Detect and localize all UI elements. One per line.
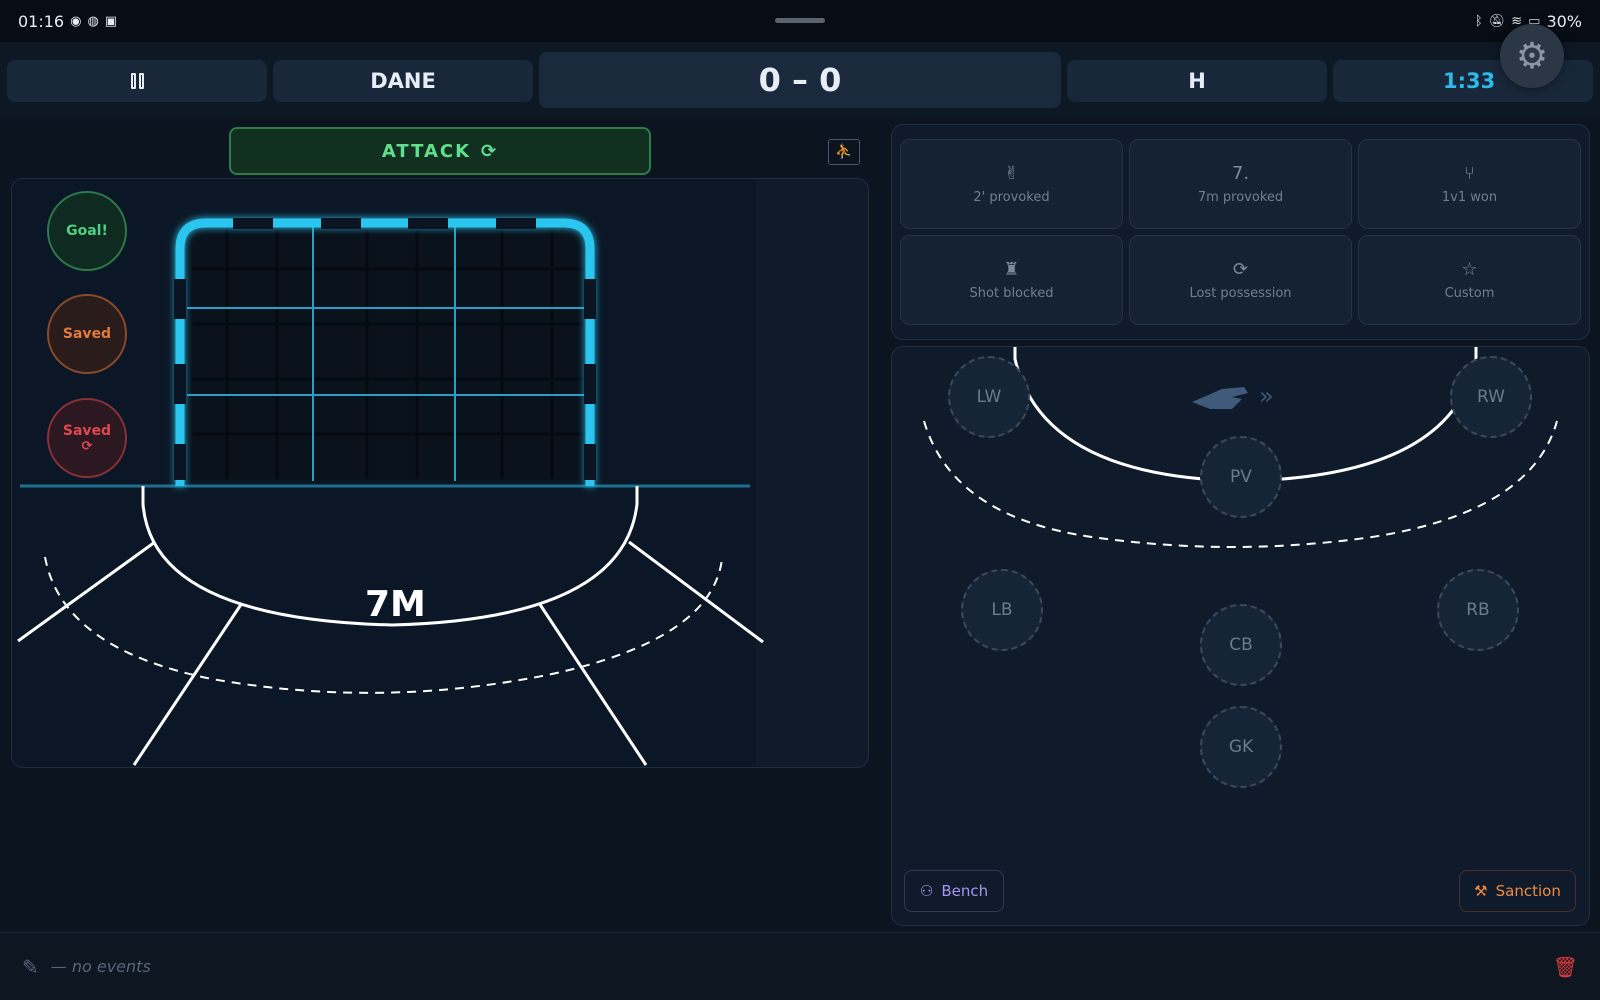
sanction-button[interactable]: ⚒ Sanction [1459,870,1576,912]
pause-icon [130,73,144,89]
actions-panel: ✌ 2' provoked 7. 7m provoked ⑂ 1v1 won ♜… [891,124,1590,340]
trash-icon[interactable]: 🗑︎ [1553,955,1578,979]
pass-hand-icon[interactable] [1192,387,1248,409]
refresh-icon: ⟳ [1232,259,1249,280]
position-rw[interactable]: RW [1450,356,1532,438]
goal-net [180,219,592,481]
action-label: 1v1 won [1441,190,1498,205]
double-chevron-icon: » [1259,382,1274,410]
action-custom[interactable]: ☆ Custom [1358,235,1581,325]
chess-rook-icon: ♜ [1003,259,1020,280]
bench-label: Bench [941,882,989,900]
action-label: Shot blocked [969,286,1054,301]
goal-button[interactable]: Goal! [47,191,127,271]
calendar-icon: ▣ [104,13,118,29]
player-field-panel: » LW RW PV LB RB CB GK ⚇ Bench ⚒ Sanctio… [891,346,1590,926]
bluetooth-icon: ᛒ [1474,13,1483,29]
saved-label: Saved [62,326,112,342]
court-svg[interactable] [12,179,869,768]
bench-button[interactable]: ⚇ Bench [904,870,1004,912]
seven-icon: 7. [1231,163,1250,184]
action-lost-possession[interactable]: ⟳ Lost possession [1129,235,1352,325]
action-label: Lost possession [1189,286,1292,301]
position-rb[interactable]: RB [1437,569,1519,651]
gear-icon: ⚙ [1515,35,1549,77]
sanction-label: Sanction [1495,882,1561,900]
attack-label: ATTACK [381,140,472,162]
settings-button[interactable]: ⚙ [1500,24,1564,88]
action-label: 7m provoked [1197,190,1284,205]
action-label: Custom [1444,286,1495,301]
battery-level: 30% [1546,11,1582,31]
mute-icon: 🔕︎ [1488,13,1506,29]
events-text: — no events [50,957,151,976]
messenger-icon: ◉ [70,13,82,29]
app-notification-icon: ◍ [87,13,99,29]
event-log-bar: ✎ — no events 🗑︎ [0,932,1600,1000]
goalkeeper-icon: ⛹ [835,144,853,160]
pause-button[interactable] [7,60,267,102]
hand-peace-icon: ✌ [1003,163,1020,184]
swap-icon: ⟳ [481,140,499,162]
action-1v1-won[interactable]: ⑂ 1v1 won [1358,139,1581,229]
seven-meter-label[interactable]: 7M [365,584,426,625]
team-name[interactable]: DANE [273,60,533,102]
drag-handle[interactable] [775,18,825,23]
saved-rebound-button[interactable]: Saved ⟳ [47,398,127,478]
action-7m-provoked[interactable]: 7. 7m provoked [1129,139,1352,229]
half-indicator: H [1067,60,1327,102]
scoreboard: 0 – 0 [539,52,1061,108]
saved-rebound-label: Saved [62,422,112,439]
goal-label: Goal! [66,223,108,239]
status-bar: 01:16 ◉ ◍ ▣ ᛒ 🔕︎ ≋ ▭ 30% [0,0,1600,42]
gavel-icon: ⚒ [1474,882,1488,900]
goal-view-button[interactable]: ⛹ [828,139,860,165]
action-2min-provoked[interactable]: ✌ 2' provoked [900,139,1123,229]
action-label: 2' provoked [973,190,1050,205]
attack-toggle-button[interactable]: ATTACK ⟳ [229,127,651,175]
match-header: DANE 0 – 0 H 1:33 [0,42,1600,118]
shot-court-panel[interactable]: 7M Goal! Saved Saved ⟳ [11,178,869,768]
rebound-icon: ⟳ [81,438,93,454]
position-pv[interactable]: PV [1200,436,1282,518]
position-gk[interactable]: GK [1200,706,1282,788]
position-lb[interactable]: LB [961,569,1043,651]
position-cb[interactable]: CB [1200,604,1282,686]
pencil-icon[interactable]: ✎ [22,955,39,979]
position-lw[interactable]: LW [948,356,1030,438]
users-icon: ⚇ [919,882,934,900]
saved-button[interactable]: Saved [47,294,127,374]
action-shot-blocked[interactable]: ♜ Shot blocked [900,235,1123,325]
status-time: 01:16 [18,11,65,31]
fork-arrow-icon: ⑂ [1464,163,1475,184]
star-icon: ☆ [1461,259,1478,280]
